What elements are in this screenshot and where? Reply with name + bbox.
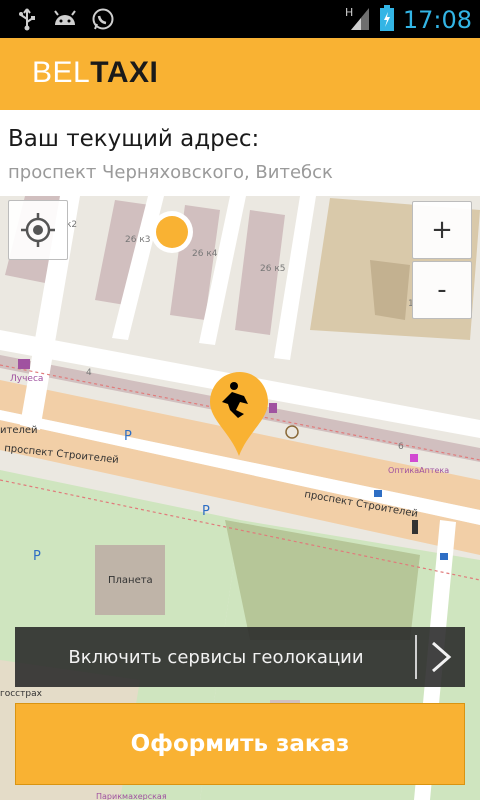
bus-stop-icon: [374, 490, 382, 497]
map-label-26k4: 26 к4: [192, 249, 218, 259]
chevron-right-icon[interactable]: [417, 627, 465, 687]
parking-icon: P: [33, 549, 41, 564]
map-label-bottom: Парикмахерская: [96, 792, 167, 800]
pharmacy-icon: [410, 454, 418, 462]
map-label-pharmacy: ОптикаАптека: [388, 466, 449, 475]
shop-icon: [18, 359, 30, 369]
zoom-in-button[interactable]: +: [412, 201, 472, 259]
map-label-6: 6: [398, 442, 404, 452]
bus-stop-icon: [440, 553, 448, 560]
parking-icon: P: [124, 429, 132, 444]
map-label-26k3: 26 к3: [125, 235, 150, 245]
battery-icon: [379, 4, 395, 36]
geolocation-prompt-text[interactable]: Включить сервисы геолокации: [15, 647, 415, 668]
traffic-light-icon: [412, 520, 418, 534]
zoom-out-button[interactable]: -: [412, 261, 472, 319]
app-bar: BELTAXI: [0, 38, 480, 110]
order-button[interactable]: Оформить заказ: [15, 703, 465, 785]
current-location-dot: [156, 216, 188, 248]
geolocation-prompt[interactable]: Включить сервисы геолокации: [15, 627, 465, 687]
map-label-luchesa: Лучеса: [10, 374, 43, 384]
signal-icon: H: [343, 4, 371, 36]
my-location-button[interactable]: [8, 200, 68, 260]
map-label-planeta: Планета: [108, 575, 153, 586]
app-logo: BELTAXI: [32, 56, 158, 90]
whatsapp-icon: [90, 6, 116, 32]
restaurant-icon: [269, 403, 277, 413]
crosshair-icon: [21, 213, 55, 247]
map-label-street-cut: ителей: [0, 425, 38, 436]
map-label-4: 4: [86, 368, 92, 378]
address-value[interactable]: проспект Черняховского, Витебск: [8, 162, 333, 183]
android-icon: [52, 6, 78, 32]
map-label-26k5: 26 к5: [260, 264, 285, 274]
logo-taxi: TAXI: [90, 56, 159, 89]
map-label-gosstrakh: госстрах: [0, 689, 43, 699]
status-bar: H 17:08: [0, 0, 480, 38]
address-label: Ваш текущий адрес:: [8, 126, 260, 152]
network-type: H: [345, 6, 353, 19]
usb-icon: [14, 6, 40, 32]
order-button-label: Оформить заказ: [130, 731, 350, 757]
address-panel: Ваш текущий адрес: проспект Черняховског…: [0, 110, 480, 196]
parking-icon: P: [202, 504, 210, 519]
status-time: 17:08: [402, 6, 472, 34]
logo-bel: BEL: [32, 56, 91, 89]
